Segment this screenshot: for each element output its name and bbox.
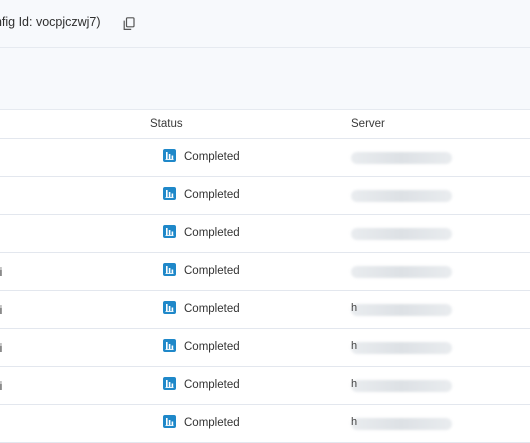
server-value: h xyxy=(351,416,358,428)
server-value-redacted xyxy=(351,418,452,430)
table-row[interactable]: Completed xyxy=(0,139,530,177)
table-body: CompletedCompletedCompletedpiCompletedpi… xyxy=(0,139,530,443)
table-row[interactable]: pi Completed h xyxy=(0,367,530,405)
bar-chart-icon xyxy=(163,149,176,162)
status-label: Completed xyxy=(184,265,240,277)
table-row[interactable]: Completed xyxy=(0,177,530,215)
server-value-redacted xyxy=(351,190,452,202)
row-name: pi xyxy=(0,379,3,393)
column-header-status[interactable]: Status xyxy=(150,118,183,130)
bar-chart-icon xyxy=(163,415,176,428)
status-label: Completed xyxy=(184,341,240,353)
status-label: Completed xyxy=(184,189,240,201)
table-header: Status Server xyxy=(0,110,530,139)
table-row[interactable]: Completed h xyxy=(0,405,530,443)
status-label: Completed xyxy=(184,379,240,391)
bar-chart-icon xyxy=(163,187,176,200)
config-bar: onfig Id: vocpjczwj7) xyxy=(0,0,530,48)
filter-area xyxy=(0,48,530,110)
server-value-redacted xyxy=(351,228,452,240)
column-header-server[interactable]: Server xyxy=(351,118,385,130)
server-value: h xyxy=(351,302,358,314)
status-label: Completed xyxy=(184,303,240,315)
server-value-redacted xyxy=(351,304,452,316)
status-label: Completed xyxy=(184,227,240,239)
server-value: h xyxy=(351,340,358,352)
table-row[interactable]: pi Completed xyxy=(0,253,530,291)
copy-icon[interactable] xyxy=(123,17,135,31)
table-row[interactable]: pi Completed h xyxy=(0,329,530,367)
bar-chart-icon xyxy=(163,377,176,390)
server-value: h xyxy=(351,378,358,390)
bar-chart-icon xyxy=(163,263,176,276)
status-label: Completed xyxy=(184,151,240,163)
server-value-redacted xyxy=(351,152,452,164)
server-value-redacted xyxy=(351,342,452,354)
status-label: Completed xyxy=(184,417,240,429)
bar-chart-icon xyxy=(163,339,176,352)
bar-chart-icon xyxy=(163,225,176,238)
table-row[interactable]: pi Completed h xyxy=(0,291,530,329)
row-name: pi xyxy=(0,303,3,317)
config-id-label: onfig Id: vocpjczwj7) xyxy=(0,15,101,29)
bar-chart-icon xyxy=(163,301,176,314)
server-value-redacted xyxy=(351,380,452,392)
row-name: pi xyxy=(0,265,3,279)
table-row[interactable]: Completed xyxy=(0,215,530,253)
row-name: pi xyxy=(0,341,3,355)
server-value-redacted xyxy=(351,266,452,278)
